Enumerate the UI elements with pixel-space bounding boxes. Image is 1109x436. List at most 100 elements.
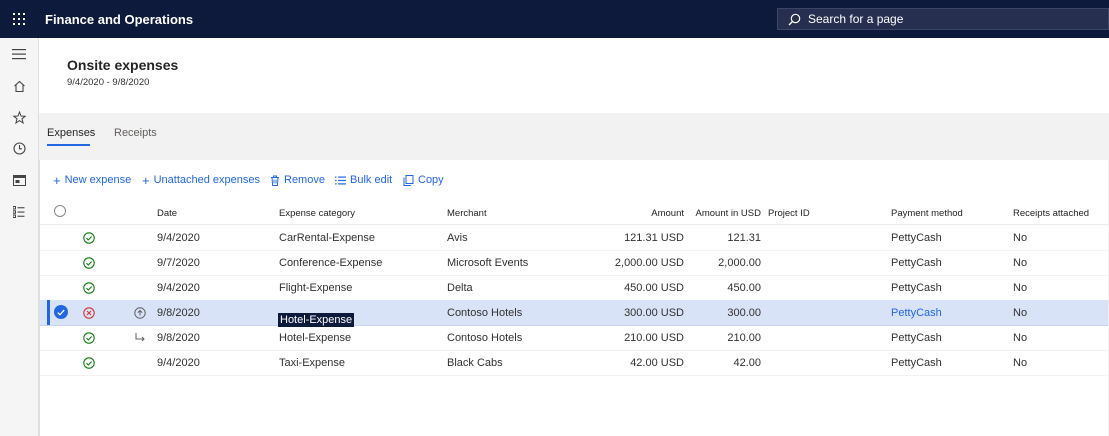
unattached-expenses-button[interactable]: + Unattached expenses <box>142 174 261 187</box>
table-row[interactable]: 9/4/2020 CarRental-Expense Avis 121.31 U… <box>40 225 1108 251</box>
cell-amount-usd: 42.00 <box>733 357 761 369</box>
table-row[interactable]: 9/4/2020 Flight-Expense Delta 450.00 USD… <box>40 275 1108 301</box>
cell-receipts: No <box>1013 332 1028 344</box>
unattached-expenses-label: Unattached expenses <box>153 174 261 186</box>
cell-date: 9/8/2020 <box>157 332 200 344</box>
star-icon[interactable] <box>9 107 29 127</box>
ok-icon <box>83 282 95 294</box>
list-icon[interactable] <box>9 202 29 222</box>
cell-payment: PettyCash <box>891 257 942 269</box>
cell-merchant: Avis <box>447 232 468 244</box>
cell-receipts: No <box>1013 282 1028 294</box>
copy-button[interactable]: Copy <box>403 174 444 186</box>
cell-merchant: Contoso Hotels <box>447 332 523 344</box>
column-header-amount[interactable]: Amount <box>651 208 684 219</box>
table-row[interactable]: 9/8/2020 Hotel-Expense Contoso Hotels 21… <box>40 325 1108 351</box>
new-expense-button[interactable]: + New expense <box>53 172 132 188</box>
cell-date: 9/4/2020 <box>157 232 200 244</box>
column-header-date[interactable]: Date <box>157 208 177 219</box>
list-icon <box>335 176 346 185</box>
cell-payment: PettyCash <box>891 332 942 344</box>
date-range: 9/4/2020 - 9/8/2020 <box>67 77 150 88</box>
cell-receipts: No <box>1013 307 1028 319</box>
table-row[interactable]: 9/4/2020 Taxi-Expense Black Cabs 42.00 U… <box>40 350 1108 376</box>
search-icon <box>788 12 802 26</box>
cell-amount-usd: 300.00 <box>727 307 761 319</box>
cell-date: 9/4/2020 <box>157 282 200 294</box>
column-header-receipts[interactable]: Receipts attached <box>1013 208 1089 219</box>
remove-button[interactable]: Remove <box>270 174 325 186</box>
copy-icon <box>403 174 414 186</box>
plus-icon: + <box>53 172 61 188</box>
ok-icon <box>83 357 95 369</box>
table-row-selected[interactable]: 9/8/2020 Hotel-Expense Contoso Hotels 30… <box>40 300 1108 327</box>
column-header-project[interactable]: Project ID <box>768 208 810 219</box>
workspace-icon[interactable] <box>9 170 29 190</box>
cell-category: Conference-Expense <box>279 257 383 269</box>
app-launcher-icon[interactable] <box>0 0 38 38</box>
active-tab-indicator <box>47 144 90 146</box>
cell-amount: 300.00 USD <box>624 307 684 319</box>
cell-payment: PettyCash <box>891 357 942 369</box>
cell-amount: 121.31 USD <box>624 232 684 244</box>
cell-amount-usd: 2,000.00 <box>718 257 761 269</box>
column-header-merchant[interactable]: Merchant <box>447 208 487 219</box>
left-nav <box>0 38 39 436</box>
remove-label: Remove <box>284 174 325 186</box>
app-title[interactable]: Finance and Operations <box>45 12 193 27</box>
hamburger-icon[interactable] <box>9 44 29 64</box>
cell-payment: PettyCash <box>891 232 942 244</box>
expenses-panel: + New expense + Unattached expenses Remo… <box>39 160 1108 436</box>
clock-icon[interactable] <box>9 138 29 158</box>
cell-date: 9/8/2020 <box>157 307 200 319</box>
child-line-icon <box>134 332 146 344</box>
cell-receipts: No <box>1013 357 1028 369</box>
bulk-edit-button[interactable]: Bulk edit <box>335 174 392 186</box>
ok-icon <box>83 332 95 344</box>
column-header-payment[interactable]: Payment method <box>891 208 963 219</box>
cell-merchant: Microsoft Events <box>447 257 529 269</box>
cell-category: Taxi-Expense <box>279 357 346 369</box>
cell-date: 9/4/2020 <box>157 357 200 369</box>
table-row[interactable]: 9/7/2020 Conference-Expense Microsoft Ev… <box>40 250 1108 276</box>
cell-payment: PettyCash <box>891 282 942 294</box>
search-box[interactable]: Search for a page <box>777 8 1109 30</box>
top-bar: Finance and Operations Search for a page <box>0 0 1109 38</box>
search-placeholder: Search for a page <box>808 12 904 26</box>
cell-merchant: Contoso Hotels <box>447 307 523 319</box>
ok-icon <box>83 232 95 244</box>
cell-payment-link[interactable]: PettyCash <box>891 307 942 319</box>
trash-icon <box>270 175 280 186</box>
tab-expenses[interactable]: Expenses <box>47 127 95 139</box>
cell-receipts: No <box>1013 232 1028 244</box>
column-header-amount-usd[interactable]: Amount in USD <box>696 208 761 219</box>
cell-category: Hotel-Expense <box>279 332 352 344</box>
cell-amount: 210.00 USD <box>624 332 684 344</box>
home-icon[interactable] <box>9 76 29 96</box>
cell-merchant: Black Cabs <box>447 357 503 369</box>
ok-icon <box>83 257 95 269</box>
page-title: Onsite expenses <box>67 57 179 73</box>
cell-amount-usd: 450.00 <box>727 282 761 294</box>
cell-date: 9/7/2020 <box>157 257 200 269</box>
cell-merchant: Delta <box>447 282 473 294</box>
cell-amount: 2,000.00 USD <box>614 257 684 269</box>
cell-receipts: No <box>1013 257 1028 269</box>
grid-header: Date Expense category Merchant Amount Am… <box>40 200 1108 225</box>
error-icon <box>83 307 95 319</box>
new-expense-label: New expense <box>64 174 132 186</box>
itemize-icon[interactable] <box>134 307 146 319</box>
cell-amount-usd: 210.00 <box>727 332 761 344</box>
column-header-category[interactable]: Expense category <box>279 208 355 219</box>
row-checkbox-checked[interactable] <box>54 305 68 319</box>
cell-amount: 450.00 USD <box>624 282 684 294</box>
cell-category: Flight-Expense <box>279 282 353 294</box>
selection-indicator <box>47 300 50 325</box>
cell-amount: 42.00 USD <box>630 357 684 369</box>
bulk-edit-label: Bulk edit <box>350 174 393 186</box>
select-all-checkbox[interactable] <box>54 205 66 217</box>
cell-category: CarRental-Expense <box>279 232 375 244</box>
tab-receipts[interactable]: Receipts <box>114 127 157 139</box>
tab-strip: Expenses Receipts <box>39 113 1109 160</box>
page-header: Onsite expenses 9/4/2020 - 9/8/2020 <box>39 38 1109 113</box>
